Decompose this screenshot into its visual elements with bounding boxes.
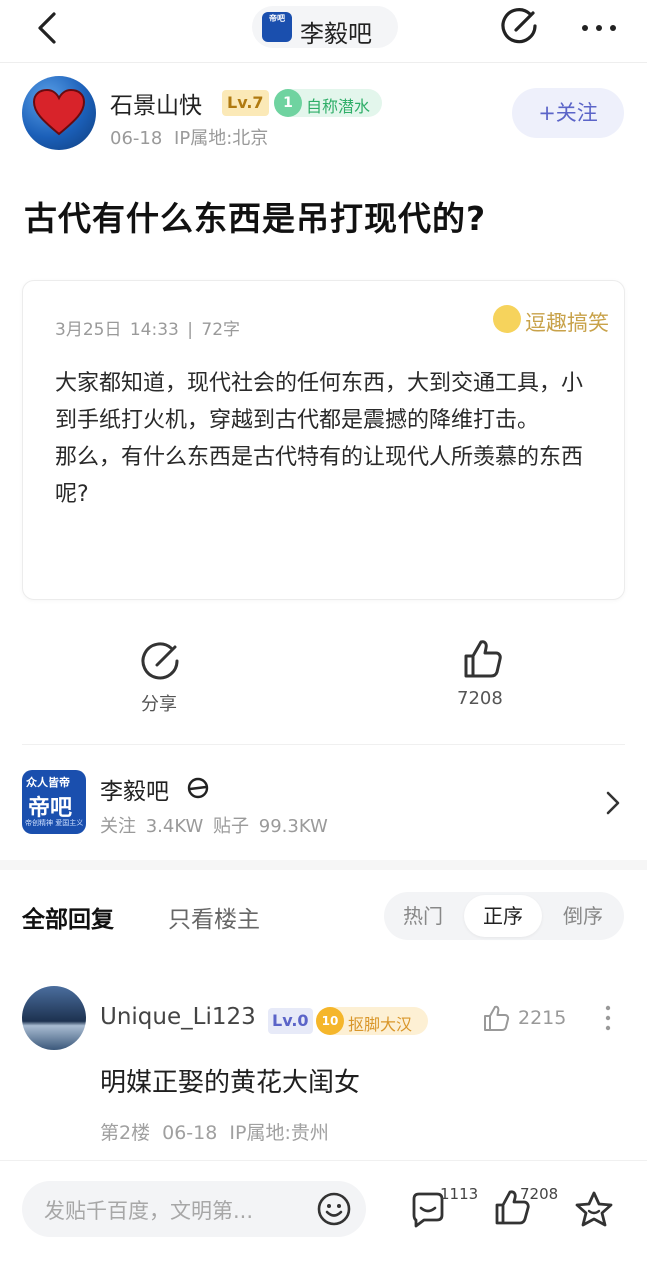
commenter-badge-gem-icon: 10 [316, 1007, 344, 1035]
forum-logo[interactable]: 众人皆帝 帝吧 帝创精神 爱国主义 [22, 770, 86, 834]
tab-all-replies[interactable]: 全部回复 [22, 900, 114, 934]
title-badge-gem-icon: 1 [274, 89, 302, 117]
laughing-emoji-icon [493, 305, 521, 333]
comment-like-count: 2215 [518, 1007, 567, 1029]
thumbs-up-icon[interactable] [460, 636, 504, 680]
card-category-text: 逗趣搞笑 [525, 311, 609, 335]
back-arrow-icon[interactable] [30, 10, 66, 46]
author-level-badge: Lv.7 [222, 90, 269, 116]
forum-logo-line1: 众人皆帝 [26, 776, 70, 789]
like-count: 7208 [457, 688, 503, 709]
star-icon[interactable] [574, 1189, 614, 1229]
title-badge-text: 自称潜水 [306, 97, 371, 116]
bottom-like-count: 7208 [520, 1185, 559, 1203]
comment-count: 1113 [440, 1185, 479, 1203]
top-bar: 帝吧 李毅吧 [0, 0, 647, 60]
post-title: 古代有什么东西是吊打现代的? [24, 199, 487, 238]
more-options-icon[interactable] [575, 6, 623, 46]
card-meta: 3月25日 14:33 | 72字 [55, 320, 241, 340]
reply-input[interactable]: 发贴千百度，文明第... [22, 1181, 366, 1237]
share-icon[interactable] [140, 640, 182, 682]
forum-logo-line3: 帝创精神 爱国主义 [25, 819, 84, 827]
author-name[interactable]: 石景山快 [110, 86, 202, 120]
comment-thumbs-up-icon[interactable] [482, 1004, 510, 1032]
comment-more-icon[interactable] [596, 1000, 620, 1036]
post-date: 06-18 [110, 128, 163, 149]
share-label[interactable]: 分享 [141, 690, 177, 716]
forum-logo-small: 帝吧 [262, 12, 292, 42]
commenter-name[interactable]: Unique_Li123 [100, 1004, 256, 1030]
commenter-level-badge: Lv.0 [268, 1008, 313, 1034]
tab-op-only[interactable]: 只看楼主 [168, 900, 260, 934]
post-meta: 06-18 IP属地:北京 [110, 124, 268, 150]
comment-meta: 第2楼 06-18 IP属地:贵州 [100, 1122, 329, 1144]
card-body-text: 大家都知道，现代社会的任何东西，大到交通工具，小到手纸打火机，穿越到古代都是震撼… [55, 371, 584, 507]
post-ip-location: IP属地:北京 [174, 128, 269, 149]
forum-stats: 关注 3.4KW 贴子 99.3KW [100, 816, 328, 837]
forum-logo-small-text: 帝吧 [269, 14, 285, 23]
forum-pill[interactable]: 帝吧 李毅吧 [252, 6, 398, 48]
sort-toggle: 热门 正序 倒序 [384, 892, 624, 940]
commenter-badge-text: 抠脚大汉 [348, 1015, 413, 1034]
bottom-bar: 发贴千百度，文明第... 1113 7208 [0, 1160, 647, 1280]
emoji-icon[interactable] [316, 1191, 352, 1227]
commenter-title-badge: 10 抠脚大汉 [316, 1007, 428, 1035]
post-content-card: 3月25日 14:33 | 72字 逗趣搞笑 大家都知道，现代社会的任何东西，大… [22, 280, 625, 600]
edit-post-icon[interactable] [500, 6, 540, 46]
follow-button[interactable]: +关注 [512, 88, 624, 138]
reply-input-placeholder: 发贴千百度，文明第... [44, 1199, 254, 1223]
sort-ascending-button[interactable]: 正序 [464, 895, 542, 937]
forum-pill-name: 李毅吧 [300, 20, 372, 48]
commenter-avatar[interactable] [22, 986, 86, 1050]
card-category-tag[interactable]: 逗趣搞笑 [493, 303, 619, 337]
author-avatar[interactable] [22, 76, 96, 150]
forum-name[interactable]: 李毅吧 [100, 772, 169, 806]
section-divider [0, 860, 647, 870]
chevron-right-icon[interactable] [600, 790, 626, 816]
sort-hot-button[interactable]: 热门 [384, 892, 462, 940]
heart-icon [32, 88, 86, 136]
comment-text: 明媒正娶的黄花大闺女 [100, 1068, 361, 1098]
sort-descending-button[interactable]: 倒序 [544, 892, 622, 940]
forum-verified-icon [187, 777, 209, 799]
top-divider [0, 62, 647, 63]
author-title-badge: 1 自称潜水 [274, 89, 382, 117]
divider [22, 744, 625, 745]
